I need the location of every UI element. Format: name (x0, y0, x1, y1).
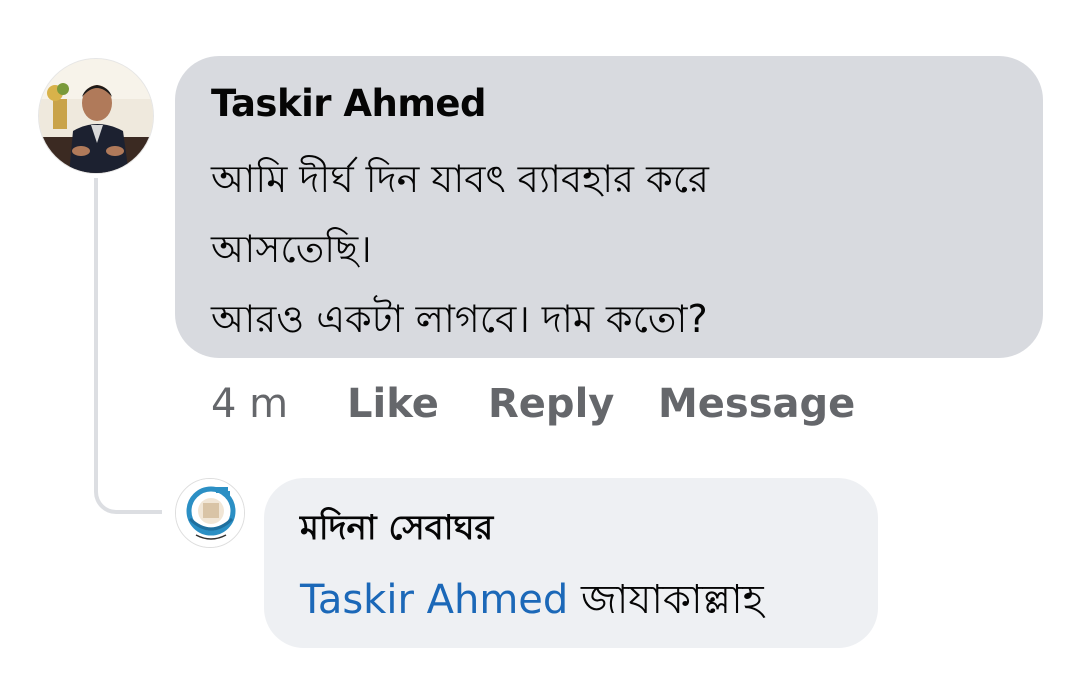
comment-text-line: আরও একটা লাগবে। দাম কতো? (211, 297, 708, 341)
comment-text-line: আসতেছি। (211, 227, 372, 271)
thread-connector-line (94, 178, 162, 514)
page-logo-avatar-icon (176, 479, 244, 547)
comment-bubble: Taskir Ahmed আমি দীর্ঘ দিন যাবৎ ব্যাবহার… (175, 56, 1043, 358)
like-button[interactable]: Like (347, 378, 439, 430)
comment-author-name[interactable]: Taskir Ahmed (211, 82, 487, 126)
reply-text: Taskir Ahmed জাযাকাল্লাহ (300, 574, 764, 626)
user-avatar-photo-icon (39, 59, 153, 173)
comment-text-line: আমি দীর্ঘ দিন যাবৎ ব্যাবহার করে (211, 157, 709, 201)
commenter-avatar[interactable] (38, 58, 154, 174)
reply-author-avatar[interactable] (175, 478, 245, 548)
reply-body-text: জাযাকাল্লাহ (581, 577, 764, 623)
message-button[interactable]: Message (658, 378, 855, 430)
comment-actions: 4 m Like Reply Message (0, 378, 1080, 430)
reply-bubble: মদিনা সেবাঘর Taskir Ahmed জাযাকাল্লাহ (264, 478, 878, 648)
reply-button[interactable]: Reply (488, 378, 614, 430)
reply-author-name[interactable]: মদিনা সেবাঘর (300, 506, 493, 550)
comment-text: আমি দীর্ঘ দিন যাবৎ ব্যাবহার করে আসতেছি। … (211, 144, 1013, 354)
comment-timestamp[interactable]: 4 m (211, 378, 288, 430)
mention-link[interactable]: Taskir Ahmed (300, 577, 568, 623)
